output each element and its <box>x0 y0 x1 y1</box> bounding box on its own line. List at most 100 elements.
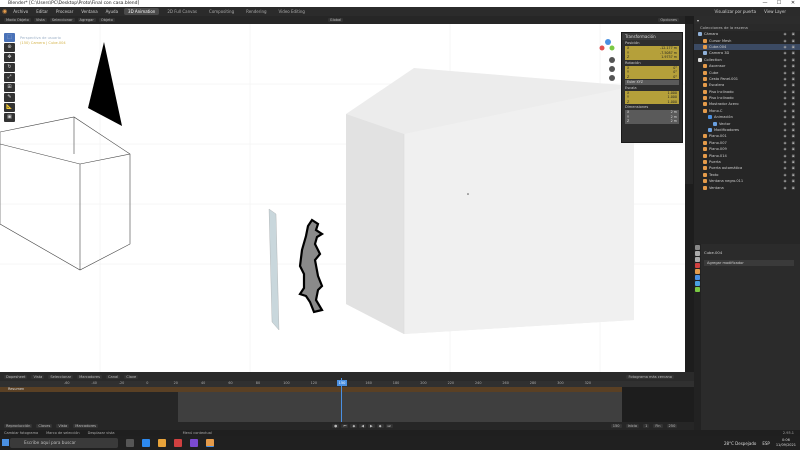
modifier-props-icon[interactable] <box>695 275 700 280</box>
visibility-toggle-icon[interactable]: ◉ ▣ <box>784 71 797 75</box>
play-icon[interactable]: ▶ <box>367 424 375 428</box>
clock[interactable]: 0:06 11/09/2021 <box>776 438 796 448</box>
maximize-button[interactable]: ☐ <box>772 0 786 6</box>
measure-tool-icon[interactable]: 📐 <box>4 103 15 112</box>
tab-video-editing[interactable]: Video Editing <box>275 8 309 15</box>
chrome-icon[interactable] <box>174 439 182 447</box>
visibility-toggle-icon[interactable]: ◉ ▣ <box>784 134 797 138</box>
visibility-toggle-icon[interactable]: ◉ ▣ <box>784 179 797 183</box>
visibility-toggle-icon[interactable]: ◉ ▣ <box>784 173 797 177</box>
app-icon[interactable] <box>190 439 198 447</box>
dopesheet-tracks[interactable]: Resumen <box>0 387 622 422</box>
outliner-filter-icon[interactable]: ▾ <box>697 18 699 23</box>
end-frame-field[interactable]: 250 <box>666 424 678 428</box>
taskbar-search[interactable]: Escribe aquí para buscar <box>10 438 118 448</box>
file-explorer-icon[interactable] <box>158 439 166 447</box>
visibility-toggle-icon[interactable]: ◉ ▣ <box>784 102 797 106</box>
keyframe-snap-dropdown[interactable]: Fotograma más cercano <box>626 374 674 379</box>
menu-vista[interactable]: Vista <box>33 18 47 22</box>
cursor-tool-icon[interactable]: ⊕ <box>4 43 15 52</box>
scene-selector[interactable]: Visualizar por puerta <box>712 9 758 14</box>
scale-tool-icon[interactable]: ⤢ <box>4 73 15 82</box>
tab-2d-full-canvas[interactable]: 2D Full Canvas <box>163 8 201 15</box>
visibility-toggle-icon[interactable]: ◉ ▣ <box>784 96 797 100</box>
object-props-icon[interactable] <box>695 269 700 274</box>
visibility-toggle-icon[interactable]: ◉ ▣ <box>784 51 797 55</box>
view-layer-selector[interactable]: View Layer <box>762 9 788 14</box>
playback-menu[interactable]: Reproducción <box>4 424 33 428</box>
windows-start-icon[interactable] <box>2 439 9 446</box>
view-menu[interactable]: Vista <box>56 424 70 428</box>
timeline-menu-clave[interactable]: Clave <box>124 374 139 379</box>
physics-props-icon[interactable] <box>695 281 700 286</box>
visibility-toggle-icon[interactable]: ◉ ▣ <box>784 77 797 81</box>
add-cube-tool-icon[interactable]: ▣ <box>4 113 15 122</box>
annotate-tool-icon[interactable]: ✎ <box>4 93 15 102</box>
tab-rendering[interactable]: Rendering <box>242 8 270 15</box>
weather-widget[interactable]: 28°C Despejado <box>724 441 756 446</box>
language-indicator[interactable]: ESP <box>762 441 769 446</box>
menu-agregar[interactable]: Agregar <box>77 18 96 22</box>
outliner-item[interactable]: Ventana ◉ ▣ <box>694 184 800 190</box>
rotation-z-field[interactable]: Z 0° <box>625 74 679 79</box>
menu-ventana[interactable]: Ventana <box>79 9 99 14</box>
timeline-menu-marcadores[interactable]: Marcadores <box>77 374 102 379</box>
panel-header[interactable]: Transformación <box>622 33 682 40</box>
next-key-icon[interactable]: ◆ <box>376 424 384 428</box>
menu-editar[interactable]: Editar <box>34 9 50 14</box>
options-dropdown[interactable]: Opciones <box>658 18 679 22</box>
visibility-toggle-icon[interactable]: ◉ ▣ <box>784 64 797 68</box>
visibility-toggle-icon[interactable]: ◉ ▣ <box>784 58 797 62</box>
visibility-toggle-icon[interactable]: ◉ ▣ <box>784 122 797 126</box>
start-frame-field[interactable]: 1 <box>643 424 650 428</box>
rotate-tool-icon[interactable]: ↻ <box>4 63 15 72</box>
dimension-z-field[interactable]: Z2 m <box>625 119 679 124</box>
jump-start-icon[interactable]: ⏮ <box>341 424 349 428</box>
select-tool-icon[interactable]: ⬚ <box>4 33 15 42</box>
keying-menu[interactable]: Claves <box>36 424 53 428</box>
visibility-toggle-icon[interactable]: ◉ ▣ <box>784 32 797 36</box>
menu-ayuda[interactable]: Ayuda <box>104 9 120 14</box>
orientation-dropdown[interactable]: Global <box>327 18 344 22</box>
blender-taskbar-icon[interactable] <box>206 439 214 447</box>
visibility-toggle-icon[interactable]: ◉ ▣ <box>784 186 797 190</box>
visibility-toggle-icon[interactable]: ◉ ▣ <box>784 39 797 43</box>
visibility-toggle-icon[interactable]: ◉ ▣ <box>784 45 797 49</box>
scene-props-icon[interactable] <box>695 263 700 268</box>
visibility-toggle-icon[interactable]: ◉ ▣ <box>784 147 797 151</box>
jump-end-icon[interactable]: ⏭ <box>385 424 393 428</box>
output-props-icon[interactable] <box>695 257 700 262</box>
visibility-toggle-icon[interactable]: ◉ ▣ <box>784 166 797 170</box>
move-tool-icon[interactable]: ✥ <box>4 53 15 62</box>
menu-procesar[interactable]: Procesar <box>54 9 75 14</box>
visibility-toggle-icon[interactable]: ◉ ▣ <box>784 115 797 119</box>
menu-archivo[interactable]: Archivo <box>11 9 30 14</box>
visibility-toggle-icon[interactable]: ◉ ▣ <box>784 154 797 158</box>
play-reverse-icon[interactable]: ◀ <box>359 424 366 428</box>
timeline-menu-vista[interactable]: Vista <box>31 374 45 379</box>
close-button[interactable]: ✕ <box>786 0 800 6</box>
record-icon[interactable]: ● <box>332 424 340 428</box>
menu-seleccionar[interactable]: Seleccionar <box>49 18 75 22</box>
navigation-gizmo[interactable] <box>596 36 618 86</box>
visibility-toggle-icon[interactable]: ◉ ▣ <box>784 160 797 164</box>
visibility-toggle-icon[interactable]: ◉ ▣ <box>784 83 797 87</box>
object-name-field[interactable]: Cube.004 <box>704 250 722 255</box>
tab-3d-animation[interactable]: 3D Animation <box>124 8 160 15</box>
editor-type-dopesheet[interactable]: Dopesheet <box>4 374 28 379</box>
blender-logo-icon[interactable]: ◉ <box>2 8 7 15</box>
render-props-icon[interactable] <box>695 251 700 256</box>
menu-objeto[interactable]: Objeto <box>98 18 115 22</box>
edge-icon[interactable] <box>142 439 150 447</box>
timeline-menu-seleccionar[interactable]: Seleccionar <box>48 374 74 379</box>
transform-tool-icon[interactable]: ⊞ <box>4 83 15 92</box>
markers-menu[interactable]: Marcadores <box>73 424 99 428</box>
sidebar-tabs[interactable] <box>685 24 693 184</box>
visibility-toggle-icon[interactable]: ◉ ▣ <box>784 141 797 145</box>
mode-dropdown[interactable]: Modo Objeto <box>4 18 31 22</box>
visibility-toggle-icon[interactable]: ◉ ▣ <box>784 90 797 94</box>
visibility-toggle-icon[interactable]: ◉ ▣ <box>784 109 797 113</box>
material-props-icon[interactable] <box>695 287 700 292</box>
minimize-button[interactable]: — <box>758 0 772 6</box>
task-view-icon[interactable] <box>126 439 134 447</box>
